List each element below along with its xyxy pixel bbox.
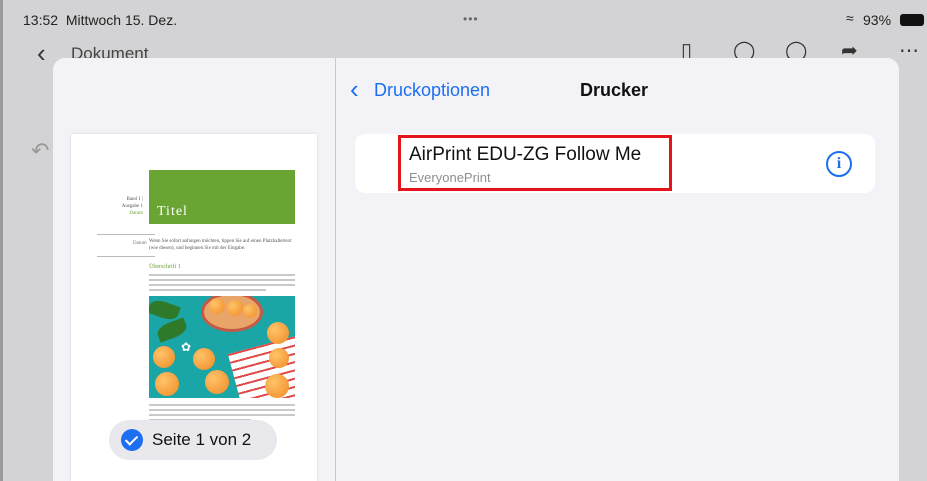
- multitasking-dots[interactable]: •••: [463, 12, 479, 26]
- preview-text-lines: [149, 274, 295, 294]
- printer-list-item[interactable]: AirPrint EDU-ZG Follow Me EveryonePrint …: [355, 134, 875, 193]
- printer-list-pane: ‹ Druckoptionen Drucker AirPrint EDU-ZG …: [336, 58, 899, 481]
- screen-frame: 13:52 Mittwoch 15. Dez. ••• ≈ 93% ‹ Doku…: [0, 0, 927, 481]
- wifi-icon: ≈: [846, 10, 854, 26]
- preview-intro: Wenn Sie sofort anfangen möchten, tippen…: [149, 239, 292, 251]
- preview-heading: Überschrift 1: [149, 264, 181, 270]
- page-count-label: Seite 1 von 2: [152, 430, 252, 449]
- more-icon[interactable]: ⋯: [899, 38, 919, 63]
- print-sheet: Band 1 | Ausgabe 1 Datum Titel Datum Wen…: [53, 58, 899, 481]
- preview-datum: Datum: [133, 241, 147, 246]
- page-selection-pill[interactable]: Seite 1 von 2: [109, 420, 277, 460]
- printer-name: AirPrint EDU-ZG Follow Me: [409, 144, 642, 165]
- preview-pane: Band 1 | Ausgabe 1 Datum Titel Datum Wen…: [53, 58, 336, 481]
- status-time: 13:52 Mittwoch 15. Dez.: [23, 12, 178, 28]
- info-icon[interactable]: i: [826, 151, 852, 177]
- back-button-label: Druckoptionen: [374, 80, 491, 100]
- checkmark-icon[interactable]: [121, 429, 143, 451]
- undo-icon: ↶: [31, 138, 50, 163]
- preview-photo: ✿: [149, 296, 295, 398]
- sheet-title: Drucker: [580, 80, 649, 100]
- preview-title-banner: Titel: [149, 170, 295, 224]
- chevron-left-icon[interactable]: ‹: [37, 38, 46, 69]
- printer-subtitle: EveryonePrint: [409, 170, 491, 185]
- preview-title: Titel: [157, 204, 188, 219]
- battery-percentage: 93%: [863, 12, 892, 28]
- chevron-left-icon: ‹: [350, 74, 359, 104]
- preview-divider: [97, 234, 155, 235]
- status-bar: 13:52 Mittwoch 15. Dez. ••• ≈ 93%: [3, 0, 927, 30]
- battery-icon: [900, 14, 924, 26]
- preview-meta: Band 1 | Ausgabe 1 Datum: [121, 197, 143, 216]
- preview-divider: [97, 256, 155, 257]
